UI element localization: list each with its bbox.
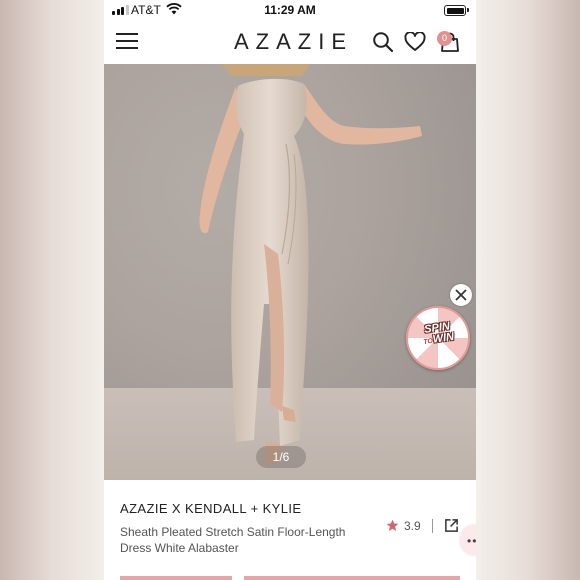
bottom-action-button-right[interactable] — [244, 576, 460, 580]
product-brand: AZAZIE X KENDALL + KYLIE — [120, 501, 302, 516]
close-promo-button[interactable] — [450, 284, 472, 306]
rating-value: 3.9 — [404, 518, 421, 533]
spin-to-win-widget[interactable]: SPIN TOWIN — [406, 306, 470, 370]
cart-count-badge: 0 — [437, 31, 452, 46]
chat-button[interactable]: ••• — [460, 525, 476, 555]
share-icon[interactable] — [444, 518, 459, 533]
search-icon[interactable] — [372, 31, 394, 53]
top-nav-bar: AZAZIE — [104, 22, 476, 64]
dress-model-illustration — [199, 64, 422, 466]
rating-divider — [431, 518, 433, 533]
star-icon — [386, 519, 399, 532]
image-counter: 1/6 — [256, 446, 306, 468]
chat-icon: ••• — [467, 534, 476, 548]
close-icon — [455, 289, 467, 301]
status-time: 11:29 AM — [264, 3, 316, 17]
rating-row: 3.9 — [386, 518, 459, 533]
status-bar: AT&T 11:29 AM — [104, 0, 476, 22]
battery-icon — [444, 5, 469, 16]
spin-to-win-label: SPIN TOWIN — [422, 320, 455, 347]
heart-icon[interactable] — [404, 32, 426, 52]
phone-screen: AT&T 11:29 AM AZAZIE 0 1/6 SPIN TOWIN AZ… — [104, 0, 476, 580]
product-title: Sheath Pleated Stretch Satin Floor-Lengt… — [120, 525, 346, 555]
bottom-action-button-left[interactable] — [120, 576, 232, 580]
product-image[interactable]: 1/6 — [104, 64, 476, 480]
